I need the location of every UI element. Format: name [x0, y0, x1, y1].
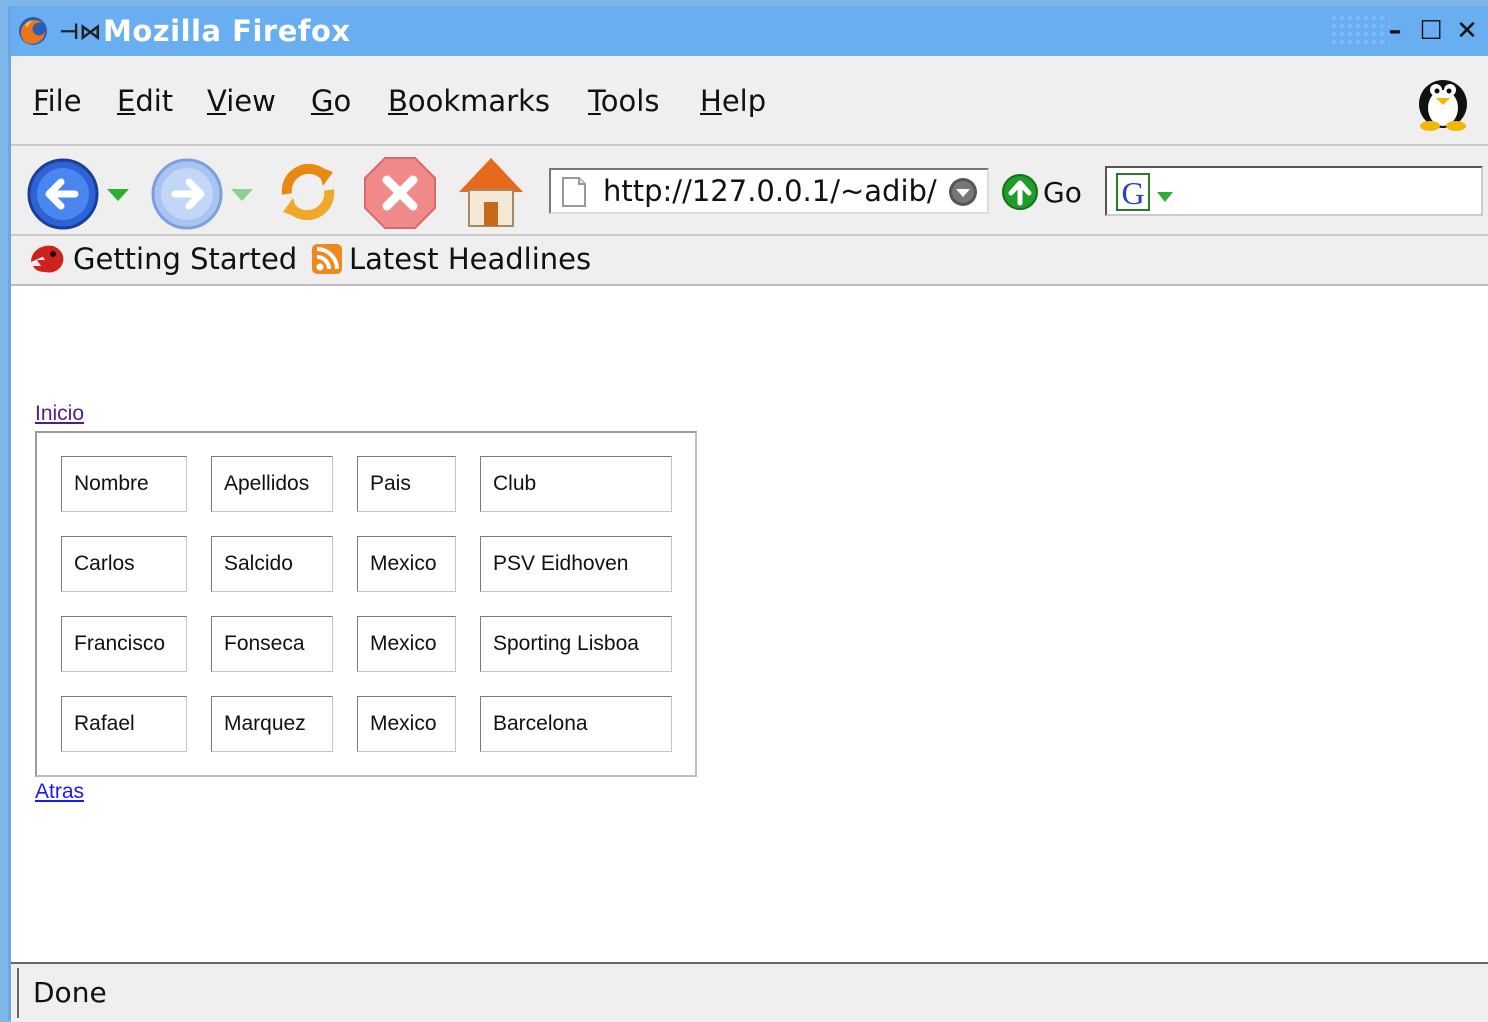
table-cell: Francisco [61, 616, 187, 672]
svg-text:G: G [1121, 175, 1144, 211]
players-table: Nombre Apellidos Pais Club Carlos Salcid… [35, 431, 697, 777]
inicio-link[interactable]: Inicio [35, 402, 84, 426]
table-cell: Salcido [211, 536, 333, 592]
home-icon[interactable] [455, 152, 527, 232]
table-cell: Mexico [357, 536, 456, 592]
menu-bookmarks[interactable]: Bookmarks [388, 84, 550, 118]
pin-icon[interactable]: ⊣⋈ [59, 20, 101, 45]
page-document-icon [562, 177, 586, 207]
table-cell: Fonseca [211, 616, 333, 672]
table-cell: Sporting Lisboa [480, 616, 672, 672]
browser-window: ⊣⋈ Mozilla Firefox – ☐ ✕ File Edit View … [8, 6, 1488, 1022]
tux-penguin-icon [1419, 80, 1467, 131]
page-content: Inicio Nombre Apellidos Pais Club Carlos… [11, 286, 1488, 962]
table-header-cell: Club [480, 456, 672, 512]
firefox-bookmark-icon [31, 245, 64, 273]
status-panel: Done [17, 968, 1488, 1018]
go-button[interactable]: Go [1001, 172, 1082, 212]
table-cell: Carlos [61, 536, 187, 592]
google-search-engine-icon[interactable]: G [1115, 172, 1179, 212]
table-cell: Rafael [61, 696, 187, 752]
atras-link[interactable]: Atras [35, 780, 84, 804]
table-cell: Mexico [357, 696, 456, 752]
back-arrow-icon[interactable] [25, 156, 103, 232]
go-arrow-icon [1002, 174, 1038, 210]
menu-bar: File Edit View Go Bookmarks Tools Help [11, 56, 1488, 146]
go-label: Go [1043, 175, 1082, 209]
status-text: Done [33, 976, 107, 1009]
reload-icon[interactable] [273, 154, 343, 230]
url-text[interactable]: http://127.0.0.1/~adib/ [603, 174, 937, 208]
title-bar: ⊣⋈ Mozilla Firefox – ☐ ✕ [11, 6, 1488, 56]
menu-view[interactable]: View [207, 84, 276, 118]
search-bar[interactable]: G [1105, 166, 1483, 216]
maximize-button[interactable]: ☐ [1416, 16, 1446, 46]
bookmarks-toolbar: Getting Started Latest Headlines [11, 236, 1488, 286]
bookmark-label: Latest Headlines [349, 242, 592, 276]
minimize-button[interactable]: – [1380, 16, 1410, 46]
forward-history-dropdown-icon[interactable] [229, 186, 255, 204]
table-cell: PSV Eidhoven [480, 536, 672, 592]
stop-icon[interactable] [363, 156, 437, 230]
forward-arrow-icon[interactable] [149, 156, 227, 232]
table-header-cell: Pais [357, 456, 456, 512]
table-cell: Marquez [211, 696, 333, 752]
url-bar[interactable]: http://127.0.0.1/~adib/ [549, 168, 989, 214]
menu-tools[interactable]: Tools [588, 84, 659, 118]
menu-help[interactable]: Help [700, 84, 766, 118]
bookmark-getting-started[interactable]: Getting Started [29, 242, 297, 276]
table-cell: Mexico [357, 616, 456, 672]
table-header-cell: Nombre [61, 456, 187, 512]
menu-go[interactable]: Go [311, 84, 351, 118]
back-history-dropdown-icon[interactable] [105, 186, 131, 204]
close-button[interactable]: ✕ [1452, 16, 1482, 46]
url-history-dropdown-icon[interactable] [947, 176, 979, 208]
bookmark-label: Getting Started [73, 242, 298, 276]
window-title: Mozilla Firefox [103, 14, 351, 48]
search-input[interactable] [1185, 172, 1475, 212]
menu-file[interactable]: File [33, 84, 82, 118]
table-header-cell: Apellidos [211, 456, 333, 512]
bookmark-latest-headlines[interactable]: Latest Headlines [311, 242, 591, 276]
table-cell: Barcelona [480, 696, 672, 752]
status-bar: Done [11, 962, 1488, 1022]
navigation-toolbar: http://127.0.0.1/~adib/ Go G [11, 146, 1488, 236]
menu-edit[interactable]: Edit [117, 84, 173, 118]
rss-feed-icon [312, 244, 342, 274]
firefox-icon[interactable] [17, 15, 49, 47]
